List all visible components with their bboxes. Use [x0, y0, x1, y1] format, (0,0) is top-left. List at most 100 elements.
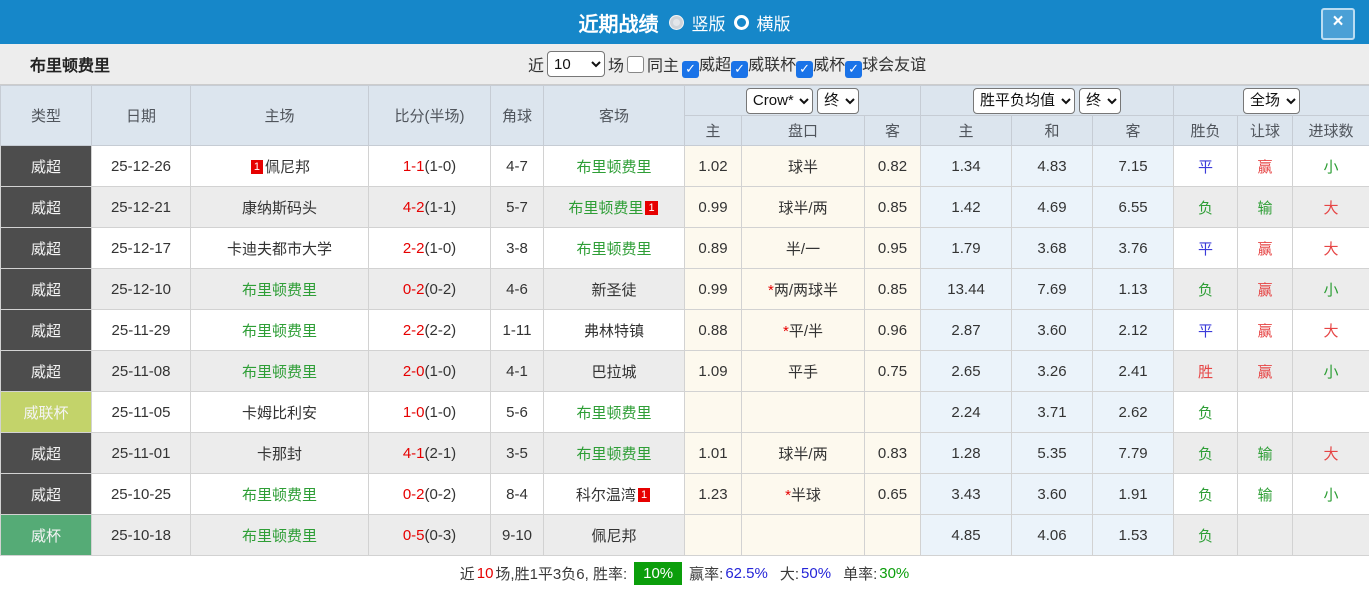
avg-draw-cell: 3.71: [1011, 391, 1094, 433]
handicap-cell: [741, 391, 865, 433]
avg-draw-cell: 4.83: [1011, 145, 1094, 187]
corners-cell: 4-1: [490, 350, 544, 392]
same-home-checkbox[interactable]: [627, 55, 645, 73]
avg-away-cell: 2.41: [1092, 350, 1175, 392]
period-select[interactable]: 全场: [1243, 87, 1301, 114]
match-type-cell: 威联杯: [0, 391, 92, 433]
vertical-layout-label[interactable]: 竖版: [692, 10, 726, 35]
odds-company-select[interactable]: Crow*: [745, 87, 813, 114]
card-badge: 1: [637, 487, 651, 502]
close-icon[interactable]: ×: [1321, 8, 1355, 40]
recent-count-select[interactable]: 10: [547, 51, 606, 77]
away-odds-cell: 0.75: [863, 350, 922, 392]
avg-draw-cell: 3.60: [1011, 309, 1094, 351]
result-goals-cell: 大: [1292, 227, 1369, 269]
col-header-corners: 角球: [490, 85, 544, 146]
home-team-cell: 卡姆比利安: [190, 391, 369, 433]
match-date-cell: 25-10-18: [91, 514, 191, 556]
col-header-home: 主场: [190, 85, 369, 146]
avg-time-select[interactable]: 终: [1079, 87, 1122, 114]
home-odds-cell: [684, 391, 742, 433]
match-row: 威杯 25-10-18 布里顿费里 0-5(0-3) 9-10 佩尼邦 4.85 4.06 1.…: [0, 514, 1369, 556]
match-type-cell: 威超: [0, 268, 92, 310]
avg-draw-cell: 3.68: [1011, 227, 1094, 269]
avg-away-cell: 6.55: [1092, 186, 1175, 228]
corners-cell: 4-7: [490, 145, 544, 187]
avg-away-cell: 3.76: [1092, 227, 1175, 269]
league-checkbox[interactable]: ✓: [731, 60, 749, 78]
result-wdl-cell: 胜: [1173, 350, 1239, 392]
avg-draw-cell: 5.35: [1011, 432, 1094, 474]
result-goals-cell: 大: [1292, 186, 1369, 228]
result-wdl-cell: 负: [1173, 268, 1239, 310]
handicap-cell: 球半/两: [741, 186, 865, 228]
vertical-layout-radio[interactable]: [668, 14, 684, 30]
card-badge: 1: [250, 159, 264, 174]
score-cell: 1-1(1-0): [368, 145, 491, 187]
match-date-cell: 25-11-05: [91, 391, 191, 433]
league-filter-group: ✓ 威超 ✓ 威联杯 ✓ 威杯 ✓ 球会友谊: [682, 51, 926, 78]
match-date-cell: 25-11-29: [91, 309, 191, 351]
home-team-cell: 布里顿费里: [190, 473, 369, 515]
result-wdl-cell: 平: [1173, 145, 1239, 187]
subcol-handicap: 盘口: [741, 115, 865, 146]
col-header-date: 日期: [91, 85, 191, 146]
result-goals-cell: 大: [1292, 309, 1369, 351]
away-odds-cell: 0.96: [863, 309, 922, 351]
match-date-cell: 25-11-01: [91, 432, 191, 474]
match-row: 威超 25-12-21 康纳斯码头 4-2(1-1) 5-7 布里顿费里 1 0.99 球半/两…: [0, 186, 1369, 228]
summary-bar: 近 10 场,胜1平3负6, 胜率: 10% 赢率: 62.5% 大: 50% 单率: 3…: [0, 556, 1369, 591]
home-odds-cell: 0.88: [684, 309, 742, 351]
away-team-cell: 佩尼邦: [543, 514, 685, 556]
corners-cell: 8-4: [490, 473, 544, 515]
match-date-cell: 25-12-17: [91, 227, 191, 269]
summary-count: 10: [476, 565, 494, 582]
result-wdl-cell: 负: [1173, 432, 1239, 474]
result-goals-cell: [1292, 514, 1369, 556]
result-group-header: 全场: [1173, 85, 1369, 116]
avg-home-cell: 1.42: [920, 186, 1013, 228]
matches-label: 场: [608, 58, 625, 75]
avg-draw-cell: 3.60: [1011, 473, 1094, 515]
league-checkbox[interactable]: ✓: [682, 60, 700, 78]
big-rate-label: 大:: [779, 566, 800, 583]
avg-type-select[interactable]: 胜平负均值: [972, 87, 1075, 114]
match-row: 威超 25-12-10 布里顿费里 0-2(0-2) 4-6 新圣徒 0.99 *两/两球半 0…: [0, 268, 1369, 310]
home-team-cell: 布里顿费里: [190, 350, 369, 392]
home-odds-cell: [684, 514, 742, 556]
odds-time-select[interactable]: 终: [817, 87, 860, 114]
big-rate-value: 50%: [801, 565, 832, 582]
match-type-cell: 威杯: [0, 514, 92, 556]
away-team-cell: 布里顿费里: [543, 432, 685, 474]
score-cell: 0-5(0-3): [368, 514, 491, 556]
avg-group-header: 胜平负均值 终: [920, 85, 1175, 116]
subcol-odds-home: 主: [684, 115, 742, 146]
avg-home-cell: 2.87: [920, 309, 1013, 351]
away-team-cell: 新圣徒: [543, 268, 685, 310]
avg-home-cell: 4.85: [920, 514, 1013, 556]
col-header-type: 类型: [0, 85, 92, 146]
match-type-cell: 威超: [0, 145, 92, 187]
away-team-cell: 布里顿费里 1: [543, 186, 685, 228]
result-handicap-cell: 赢: [1237, 309, 1294, 351]
win-rate-badge: 10%: [634, 562, 683, 585]
away-team-cell: 科尔温湾 1: [543, 473, 685, 515]
single-rate-value: 30%: [879, 565, 910, 582]
horizontal-layout-label[interactable]: 横版: [757, 10, 791, 35]
subcol-avg-away: 客: [1092, 115, 1175, 146]
home-odds-cell: 1.23: [684, 473, 742, 515]
result-wdl-cell: 平: [1173, 227, 1239, 269]
subcol-avg-home: 主: [920, 115, 1013, 146]
league-checkbox[interactable]: ✓: [796, 60, 814, 78]
subcol-result-goals: 进球数: [1292, 115, 1369, 146]
handicap-rate-label: 赢率:: [689, 566, 724, 583]
avg-home-cell: 3.43: [920, 473, 1013, 515]
layout-radio-group: 竖版 横版: [668, 10, 791, 35]
league-checkbox[interactable]: ✓: [845, 60, 863, 78]
corners-cell: 3-5: [490, 432, 544, 474]
match-date-cell: 25-12-21: [91, 186, 191, 228]
corners-cell: 3-8: [490, 227, 544, 269]
home-odds-cell: 0.99: [684, 268, 742, 310]
result-goals-cell: [1292, 391, 1369, 433]
horizontal-layout-radio[interactable]: [733, 14, 749, 30]
